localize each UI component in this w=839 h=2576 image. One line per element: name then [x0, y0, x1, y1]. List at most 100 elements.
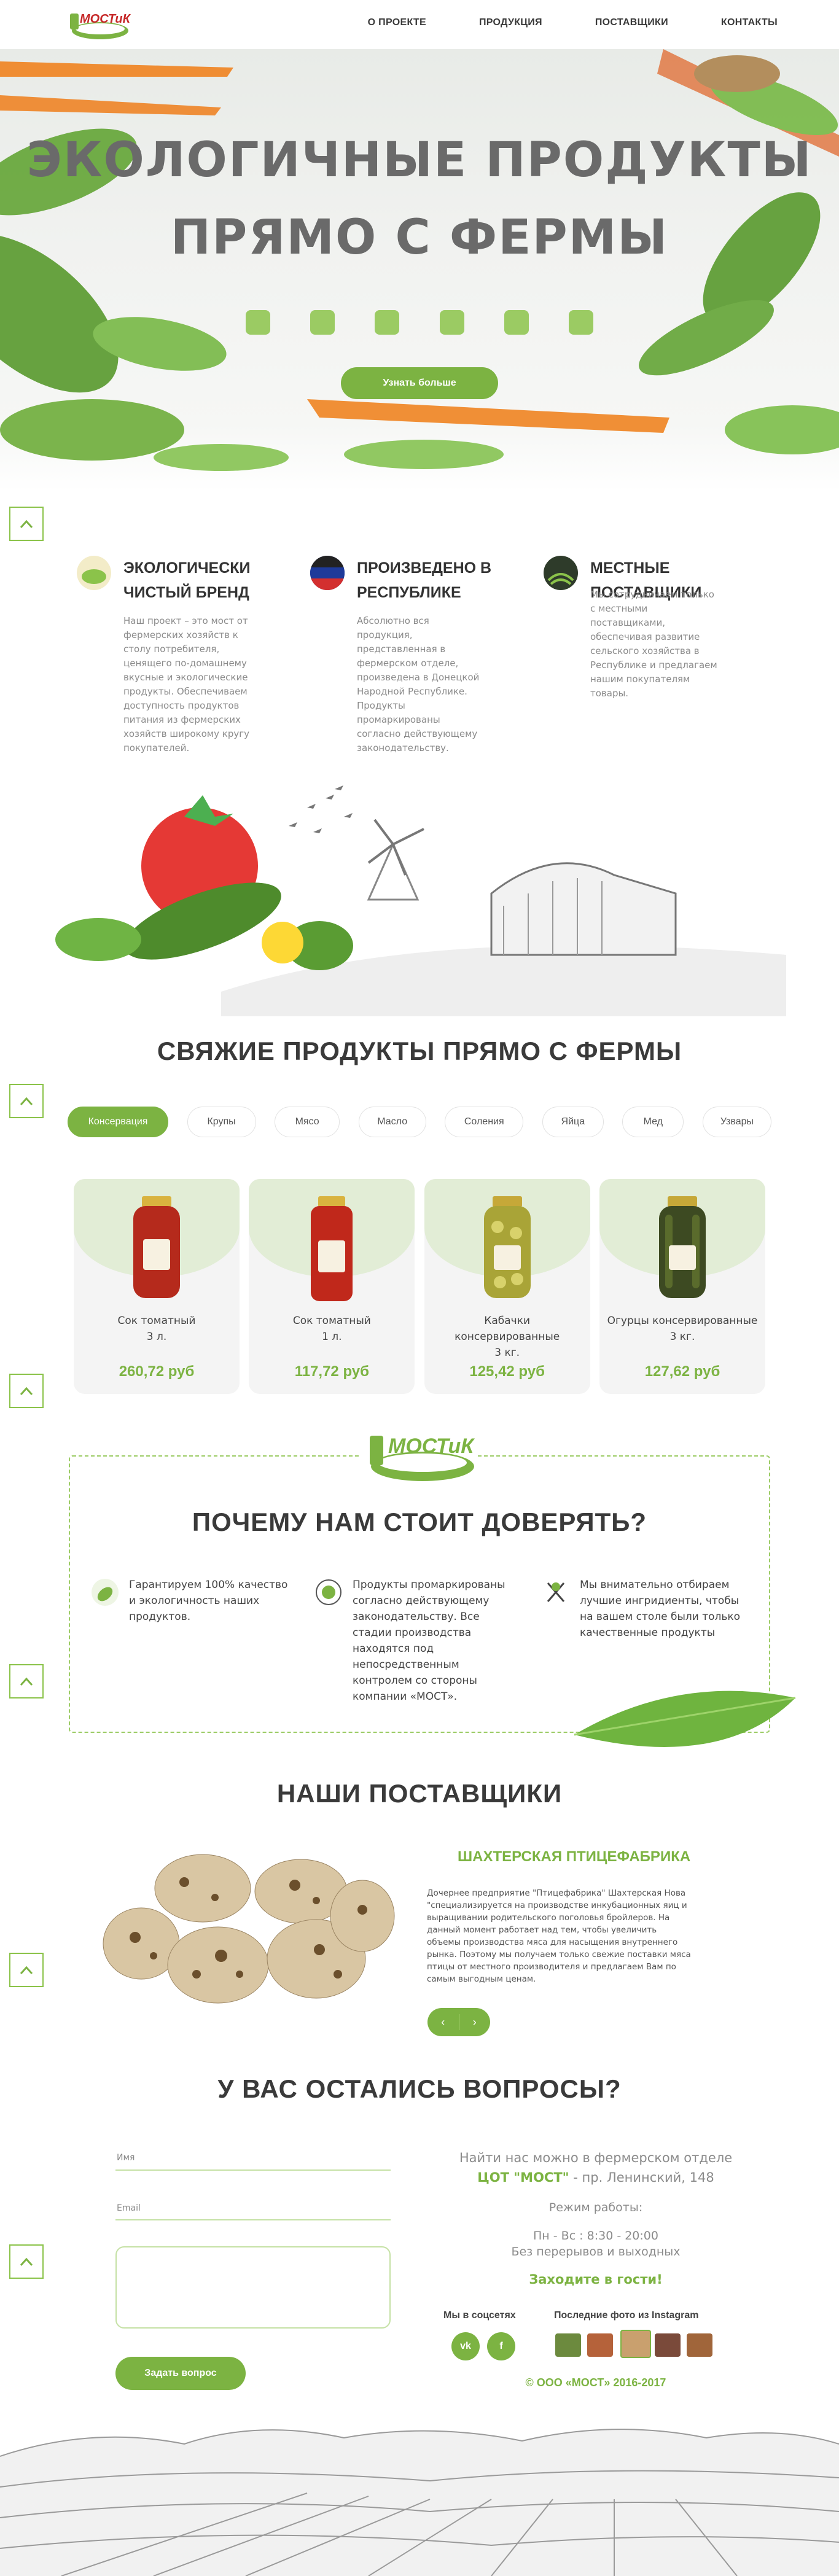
leaves-icon	[504, 310, 529, 335]
hours-note: Без перерывов и выходных	[511, 2245, 681, 2259]
tab-meat[interactable]: Мясо	[275, 1107, 340, 1137]
fields-sketch-image	[0, 2429, 839, 2576]
chevron-up-icon	[20, 519, 33, 529]
product-price: 260,72 руб	[119, 1363, 195, 1380]
product-card[interactable]: Сок томатный 3 л. 260,72 руб	[74, 1179, 240, 1394]
tab-uzvar[interactable]: Узвары	[702, 1107, 771, 1137]
feature-text: Абсолютно вся продукция, представленная …	[357, 615, 480, 753]
instagram-photo[interactable]	[555, 2333, 581, 2357]
feature-title: ПРОИЗВЕДЕНО В РЕСПУБЛИКЕ	[357, 559, 492, 601]
tomato-juice-jar-image	[133, 1196, 180, 1298]
tab-eggs[interactable]: Яйца	[542, 1107, 604, 1137]
suppliers-title: НАШИ ПОСТАВЩИКИ	[276, 1779, 563, 1808]
vk-icon[interactable]: vk	[451, 2332, 480, 2360]
supplier-name: ШАХТЕРСКАЯ ПТИЦЕФАБРИКА	[458, 1848, 691, 1865]
store-info: Найти нас можно в фермерском отделе ЦОТ …	[424, 2150, 768, 2287]
hero-title-line1: ЭКОЛОГИЧНЫЕ ПРОДУКТЫ	[26, 133, 813, 188]
scroll-up-button[interactable]	[9, 507, 44, 541]
tab-honey[interactable]: Мед	[622, 1107, 684, 1137]
scroll-up-button[interactable]	[9, 1374, 44, 1408]
nav-about[interactable]: О ПРОЕКТЕ	[368, 17, 426, 28]
bottle-icon	[439, 310, 464, 335]
product-card[interactable]: Огурцы консервированные 3 кг. 127,62 руб	[599, 1179, 765, 1394]
store-address: ЦОТ "МОСТ" - пр. Ленинский, 148	[477, 2170, 714, 2185]
supplier-description: Дочернее предприятие "Птицефабрика" Шахт…	[427, 1888, 691, 1984]
jar-icon	[375, 310, 400, 335]
trust-logo: МОСТиК	[361, 1422, 478, 1488]
chevron-up-icon	[20, 1677, 33, 1686]
product-price: 117,72 руб	[294, 1363, 369, 1380]
social-label: Мы в соцсетях	[443, 2310, 516, 2321]
products-title: СВЯЖИЕ ПРОДУКТЫ ПРЯМО С ФЕРМЫ	[157, 1037, 682, 1065]
feature-text: Наш проект – это мост от фермерских хозя…	[123, 615, 249, 753]
quail-eggs-image	[103, 1854, 395, 2004]
message-textarea[interactable]	[115, 2246, 391, 2329]
instagram-photo[interactable]	[687, 2333, 712, 2357]
chevron-up-icon	[20, 1387, 33, 1396]
product-price: 127,62 руб	[644, 1363, 720, 1380]
instagram-photo[interactable]	[655, 2333, 681, 2357]
tab-conservation[interactable]: Консервация	[68, 1107, 168, 1137]
name-field-label: Имя	[117, 2153, 135, 2163]
page: МОСТиК О ПРОЕКТЕ ПРОДУКЦИЯ ПОСТАВЩИКИ КО…	[0, 0, 839, 2576]
hero-title-line2: ПРЯМО С ФЕРМЫ	[170, 210, 669, 265]
slider-prev-button[interactable]: ‹	[427, 2008, 459, 2036]
ask-question-button[interactable]: Задать вопрос	[115, 2357, 246, 2390]
chevron-up-icon	[20, 1097, 33, 1106]
scroll-up-button[interactable]	[9, 1953, 44, 1987]
copyright: © ООО «МОСТ» 2016-2017	[525, 2376, 666, 2389]
category-tabs: Консервация Крупы Мясо Масло Соления Яйц…	[68, 1107, 771, 1137]
nav-products[interactable]: ПРОДУКЦИЯ	[479, 17, 542, 28]
product-card[interactable]: Кабачки консервированные 3 кг. 125,42 ру…	[424, 1179, 590, 1394]
product-name: Огурцы консервированные 3 кг.	[607, 1315, 758, 1343]
instagram-label: Последние фото из Instagram	[554, 2310, 699, 2321]
flag-icon	[310, 556, 345, 590]
facebook-icon[interactable]: f	[487, 2332, 515, 2360]
chevron-up-icon	[20, 1966, 33, 1975]
product-price: 125,42 руб	[469, 1363, 545, 1380]
hero-banner: ЭКОЛОГИЧНЫЕ ПРОДУКТЫ ПРЯМО С ФЕРМЫ Узнат…	[0, 49, 839, 491]
wheat-icon	[568, 310, 593, 335]
field-icon	[544, 556, 578, 590]
slider-next-button[interactable]: ›	[459, 2008, 491, 2036]
instagram-photo[interactable]	[587, 2333, 613, 2357]
zucchini-jar-image	[483, 1196, 531, 1298]
scroll-up-button[interactable]	[9, 1664, 44, 1699]
hero-vegetables-image	[0, 49, 839, 471]
nav-suppliers[interactable]: ПОСТАВЩИКИ	[595, 17, 668, 28]
badge-icon	[316, 1579, 341, 1605]
site-header: МОСТиК О ПРОЕКТЕ ПРОДУКЦИЯ ПОСТАВЩИКИ КО…	[0, 0, 839, 49]
find-us-text: Найти нас можно в фермерском отделе	[459, 2150, 733, 2165]
product-name: Сок томатный 1 л.	[292, 1315, 371, 1343]
cucumber-jar-image	[658, 1196, 706, 1298]
nav-contacts[interactable]: КОНТАКТЫ	[721, 17, 778, 28]
contacts-title: У ВАС ОСТАЛИСЬ ВОПРОСЫ?	[217, 2074, 622, 2103]
scroll-up-button[interactable]	[9, 1084, 44, 1118]
feature-text: Мы сотрудничаем только с местными постав…	[590, 589, 717, 699]
product-card[interactable]: Сок томатный 1 л. 117,72 руб	[249, 1179, 415, 1394]
instagram-photo[interactable]	[620, 2330, 651, 2358]
tab-groats[interactable]: Крупы	[187, 1107, 256, 1137]
supplier-slider-nav: ‹ ›	[427, 2008, 490, 2036]
scroll-up-button[interactable]	[9, 2244, 44, 2279]
trust-text: Мы внимательно отбираем лучшие ингридиен…	[580, 1579, 741, 1639]
leaf-decoration-image	[574, 1691, 796, 1747]
name-input[interactable]	[115, 2169, 391, 2171]
trust-text: Гарантируем 100% качество и экологичност…	[129, 1579, 288, 1623]
trust-text: Продукты промаркированы согласно действу…	[353, 1579, 505, 1703]
egg-icon	[310, 310, 335, 335]
hours-text: Пн - Вс : 8:30 - 20:00	[533, 2229, 658, 2243]
feature-title: ЭКОЛОГИЧЕСКИ ЧИСТЫЙ БРЕНД	[123, 559, 251, 601]
leaf-icon	[77, 556, 111, 590]
email-field-label: Email	[117, 2203, 141, 2213]
logo[interactable]: МОСТиК	[66, 6, 131, 43]
learn-more-button[interactable]: Узнать больше	[341, 367, 498, 399]
hours-title: Режим работы:	[548, 2201, 643, 2214]
email-input[interactable]	[115, 2219, 391, 2220]
tab-pickles[interactable]: Соления	[445, 1107, 524, 1137]
product-name: Сок томатный 3 л.	[117, 1315, 196, 1343]
welcome-text: Заходите в гости!	[529, 2272, 663, 2287]
beans-icon	[246, 310, 270, 335]
tab-oil[interactable]: Масло	[358, 1107, 426, 1137]
logo-text: МОСТиК	[80, 12, 130, 26]
